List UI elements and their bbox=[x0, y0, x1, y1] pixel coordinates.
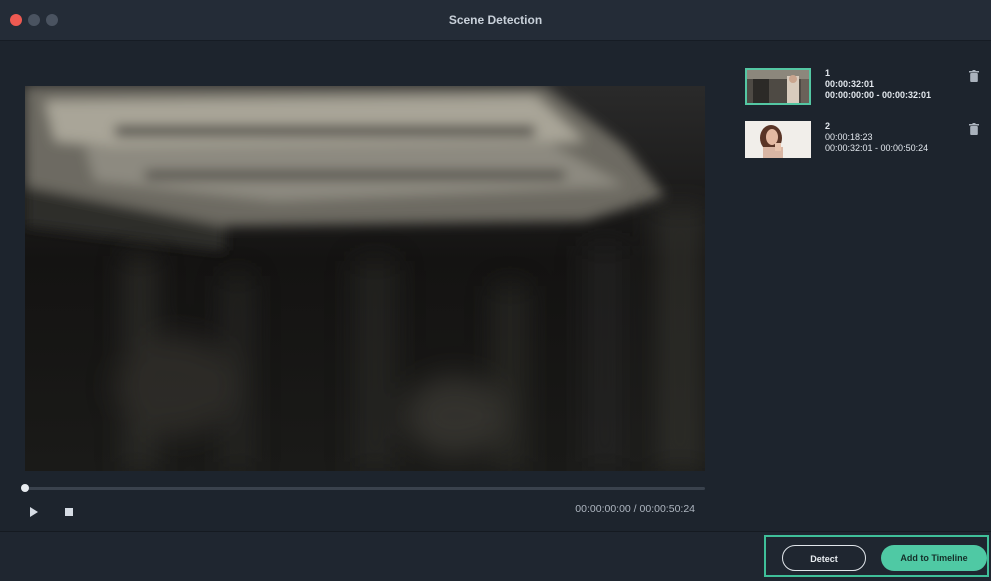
scene-index: 2 bbox=[825, 121, 831, 131]
scene-thumbnail-image bbox=[747, 70, 809, 103]
play-icon[interactable] bbox=[30, 507, 38, 517]
scene-range: 00:00:00:00 - 00:00:32:01 bbox=[825, 90, 932, 100]
scene-thumbnail[interactable] bbox=[745, 121, 811, 158]
scene-duration: 00:00:32:01 bbox=[825, 79, 875, 89]
scene-index: 1 bbox=[825, 68, 831, 78]
scene-info: 2 00:00:18:23 00:00:32:01 - 00:00:50:24 bbox=[825, 121, 928, 154]
detect-button[interactable]: Detect bbox=[782, 545, 866, 571]
main-panel: 00:00:00:00 / 00:00:50:24 1 00:00:32:01 … bbox=[0, 41, 991, 531]
scene-range: 00:00:32:01 - 00:00:50:24 bbox=[825, 143, 929, 153]
video-frame bbox=[25, 86, 705, 471]
time-separator: / bbox=[630, 503, 640, 515]
progress-track[interactable] bbox=[25, 487, 705, 490]
current-time: 00:00:00:00 bbox=[575, 503, 631, 515]
window-title: Scene Detection bbox=[448, 13, 543, 27]
action-button-group: Detect Add to Timeline bbox=[764, 535, 989, 577]
trash-icon[interactable] bbox=[969, 123, 979, 135]
add-to-timeline-button[interactable]: Add to Timeline bbox=[881, 545, 987, 571]
title-bar: Scene Detection bbox=[0, 0, 991, 41]
progress-handle[interactable] bbox=[21, 484, 29, 492]
scene-duration: 00:00:18:23 bbox=[825, 132, 873, 142]
time-display: 00:00:00:00 / 00:00:50:24 bbox=[520, 503, 695, 515]
total-time: 00:00:50:24 bbox=[639, 503, 695, 515]
scene-list: 1 00:00:32:01 00:00:00:00 - 00:00:32:01 bbox=[745, 68, 985, 174]
stop-icon[interactable] bbox=[65, 508, 73, 516]
video-preview bbox=[25, 86, 705, 471]
scene-item[interactable]: 2 00:00:18:23 00:00:32:01 - 00:00:50:24 bbox=[745, 121, 985, 170]
scene-item[interactable]: 1 00:00:32:01 00:00:00:00 - 00:00:32:01 bbox=[745, 68, 985, 117]
trash-icon[interactable] bbox=[969, 70, 979, 82]
scene-info: 1 00:00:32:01 00:00:00:00 - 00:00:32:01 bbox=[825, 68, 931, 101]
scene-thumbnail[interactable] bbox=[745, 68, 811, 105]
scene-thumbnail-image bbox=[745, 121, 811, 158]
